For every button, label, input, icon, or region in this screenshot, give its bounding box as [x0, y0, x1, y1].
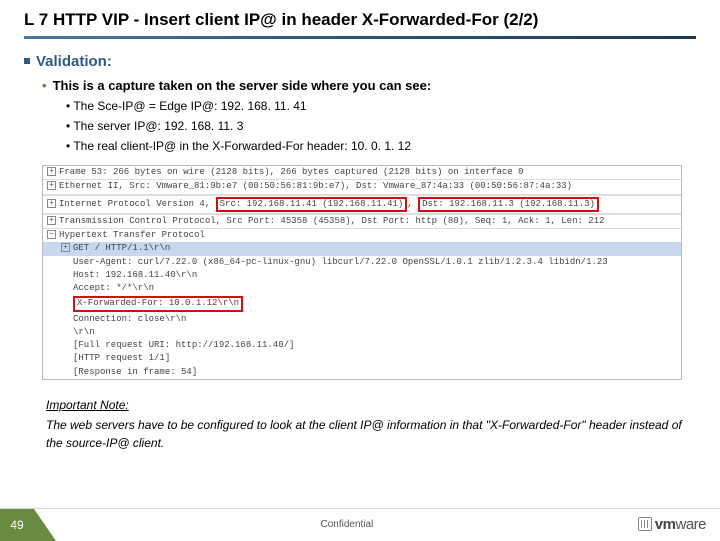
- slide-footer: 49 Confidential vmware: [0, 508, 720, 540]
- expand-icon: +: [47, 216, 56, 225]
- section-heading: Validation:: [24, 53, 696, 70]
- capture-line: [Response in frame: 54]: [43, 366, 681, 379]
- capture-line: +Ethernet II, Src: Vmware_81:9b:e7 (00:5…: [43, 179, 681, 194]
- capture-line: Host: 192.168.11.40\r\n: [43, 269, 681, 282]
- capture-line: Connection: close\r\n: [43, 313, 681, 326]
- intro-line: This is a capture taken on the server si…: [42, 78, 696, 93]
- page-number: 49: [0, 509, 34, 541]
- highlight-box-src: Src: 192.168.11.41 (192.168.11.41): [216, 197, 408, 212]
- capture-line: −Hypertext Transfer Protocol: [43, 229, 681, 242]
- capture-line-xff: X-Forwarded-For: 10.0.1.12\r\n: [43, 295, 681, 312]
- note-body: The web servers have to be configured to…: [46, 416, 696, 452]
- capture-line: +Transmission Control Protocol, Src Port…: [43, 214, 681, 229]
- capture-line-ip: +Internet Protocol Version 4, Src: 192.1…: [43, 195, 681, 214]
- collapse-icon: −: [47, 230, 56, 239]
- capture-line: +Frame 53: 266 bytes on wire (2128 bits)…: [43, 166, 681, 179]
- capture-line: Accept: */*\r\n: [43, 282, 681, 295]
- highlight-box-dst: Dst: 192.168.11.3 (192.168.11.3): [418, 197, 599, 212]
- bullet-item: The real client-IP@ in the X-Forwarded-F…: [66, 139, 696, 153]
- capture-line: [Full request URI: http://192.168.11.40/…: [43, 339, 681, 352]
- capture-line: User-Agent: curl/7.22.0 (x86_64-pc-linux…: [43, 256, 681, 269]
- title-rule: [24, 36, 696, 39]
- important-note: Important Note: The web servers have to …: [46, 396, 696, 452]
- footer-accent-icon: [34, 509, 56, 541]
- vmware-logo: vmware: [638, 516, 720, 533]
- capture-line: [HTTP request 1/1]: [43, 352, 681, 365]
- packet-capture-pane: +Frame 53: 266 bytes on wire (2128 bits)…: [42, 165, 682, 380]
- highlight-box-xff: X-Forwarded-For: 10.0.1.12\r\n: [73, 296, 243, 311]
- capture-line-selected: +GET / HTTP/1.1\r\n: [43, 242, 681, 255]
- bullet-item: The Sce-IP@ = Edge IP@: 192. 168. 11. 41: [66, 99, 696, 113]
- expand-icon: +: [47, 181, 56, 190]
- bullet-item: The server IP@: 192. 168. 11. 3: [66, 119, 696, 133]
- expand-icon: +: [47, 199, 56, 208]
- confidential-label: Confidential: [56, 519, 638, 530]
- logo-mark-icon: [638, 517, 652, 531]
- capture-line: \r\n: [43, 326, 681, 339]
- expand-icon: +: [47, 167, 56, 176]
- expand-icon: +: [61, 243, 70, 252]
- slide-title: L 7 HTTP VIP - Insert client IP@ in head…: [24, 10, 696, 36]
- note-heading: Important Note:: [46, 396, 696, 414]
